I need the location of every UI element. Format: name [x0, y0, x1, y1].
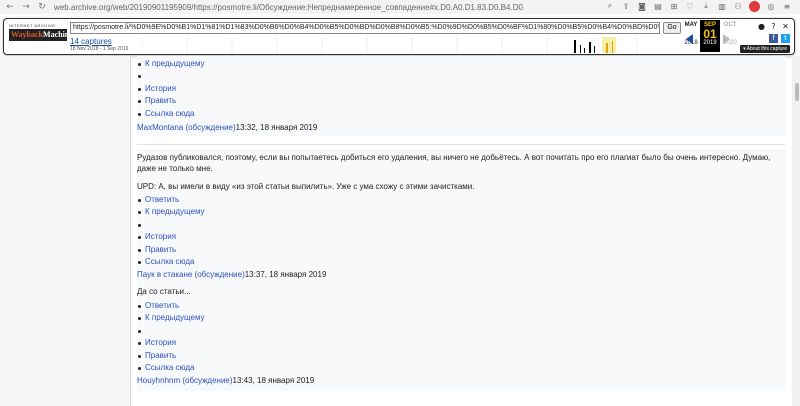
account-icon[interactable]: ●: [757, 22, 766, 31]
comment: К предыдущему История Править Ссылка сюд…: [137, 56, 785, 136]
author-link[interactable]: Паук в стакане: [137, 270, 192, 279]
action-empty: [137, 325, 785, 337]
comment-actions: Ответить К предыдущему История Править С…: [137, 300, 785, 374]
logo-machine-text: Machine: [43, 30, 73, 39]
logo-wayback-text: Wayback: [11, 30, 44, 39]
talk-link[interactable]: (обсуждение): [182, 376, 232, 385]
capture-range: 18 Nov 2018 - 1 Sep 2019: [70, 46, 129, 52]
address-bar[interactable]: web.archive.org/web/20190901195909/https…: [54, 3, 524, 12]
comment-time: 13:37, 18 января 2019: [244, 270, 327, 280]
talk-link[interactable]: (обсуждение): [195, 270, 245, 279]
share-icon[interactable]: ⇪: [621, 1, 631, 11]
content-border: [130, 56, 131, 406]
action-empty: [137, 219, 785, 231]
action-history[interactable]: История: [137, 337, 785, 349]
reload-icon[interactable]: ↻: [36, 1, 48, 13]
comment-text: Да со статьи...: [137, 287, 191, 296]
comment-signature: Паук в стакане (обсуждение)13:37, 18 янв…: [137, 269, 785, 280]
wayback-toolbar: INTERNET ARCHIVE WaybackMachine https://…: [3, 18, 795, 55]
comment-actions: К предыдущему История Править Ссылка сюд…: [137, 56, 785, 120]
comment-time: 13:43, 18 января 2019: [232, 376, 315, 386]
action-prev[interactable]: К предыдущему: [137, 206, 785, 218]
go-button[interactable]: Go: [663, 22, 681, 34]
comment-text-upd: UPD: А, вы имели в виду «из этой статьи …: [137, 182, 475, 191]
close-icon[interactable]: ✕: [781, 22, 790, 31]
download-icon[interactable]: ⤓: [701, 1, 711, 11]
wayback-url-input[interactable]: https://posmotre.li/%D0%9E%D0%B1%D1%81%D…: [70, 22, 660, 34]
comment-text: Рудазов публиковался, поэтому, если вы п…: [137, 153, 771, 173]
scrollbar[interactable]: [792, 56, 800, 406]
action-reply[interactable]: Ответить: [137, 300, 785, 312]
action-reply[interactable]: Ответить: [137, 194, 785, 206]
action-link-here[interactable]: Ссылка сюда: [137, 256, 785, 268]
captures-link[interactable]: 14 captures: [70, 37, 112, 46]
wayback-logo[interactable]: INTERNET ARCHIVE WaybackMachine: [9, 23, 73, 45]
profile-icon[interactable]: ⚇: [733, 1, 743, 11]
comment-signature: MaxMontana (обсуждение)13:32, 18 января …: [137, 122, 785, 133]
globe-icon[interactable]: ◎: [766, 1, 776, 11]
action-edit[interactable]: Править: [137, 350, 785, 362]
prev-capture-arrow-icon[interactable]: [686, 34, 693, 44]
facebook-icon[interactable]: f: [769, 34, 778, 43]
talk-link[interactable]: (обсуждение): [185, 123, 235, 132]
logo-top-text: INTERNET ARCHIVE: [9, 23, 56, 28]
twitter-icon[interactable]: t: [781, 34, 790, 43]
comment-actions: Ответить К предыдущему История Править С…: [137, 194, 785, 268]
action-history[interactable]: История: [137, 231, 785, 243]
heart-icon[interactable]: ♡: [685, 1, 695, 11]
search-icon[interactable]: ⌕: [605, 1, 615, 11]
action-link-here[interactable]: Ссылка сюда: [137, 362, 785, 374]
current-capture: SEP 01 2019: [700, 20, 720, 52]
action-history[interactable]: История: [137, 83, 785, 95]
next-month[interactable]: OCT 2020: [720, 22, 740, 46]
wallet-icon[interactable]: ▥: [717, 1, 727, 11]
comment: Да со статьи... Ответить К предыдущему И…: [137, 284, 785, 391]
comment: Рудазов публиковался, поэтому, если вы п…: [137, 149, 785, 284]
extension-badge-icon[interactable]: [749, 1, 760, 12]
browser-toolbar: ← → ↻ web.archive.org/web/20190901195909…: [0, 0, 800, 14]
action-prev[interactable]: К предыдущему: [137, 58, 785, 70]
left-margin: [0, 56, 130, 406]
comment-time: 13:32, 18 января 2019: [235, 122, 318, 132]
page-content: К предыдущему История Править Ссылка сюд…: [0, 56, 800, 406]
capture-sparkline[interactable]: [142, 37, 682, 53]
camera-icon[interactable]: ◙: [637, 1, 647, 11]
author-link[interactable]: MaxMontana: [137, 123, 183, 132]
scroll-thumb[interactable]: [795, 83, 799, 101]
help-icon[interactable]: ?: [769, 22, 778, 31]
about-capture-button[interactable]: ▾ About this capture: [740, 45, 790, 53]
menu-icon[interactable]: ≡: [782, 1, 792, 11]
bookmark-icon[interactable]: ⊞: [669, 1, 679, 11]
action-empty: [137, 70, 785, 82]
divider: [137, 144, 785, 145]
author-link[interactable]: Houyhnhnm: [137, 376, 180, 385]
action-link-here[interactable]: Ссылка сюда: [137, 108, 785, 120]
action-edit[interactable]: Править: [137, 244, 785, 256]
extension-icon[interactable]: ▤: [653, 1, 663, 11]
forward-arrow-icon[interactable]: →: [20, 1, 32, 13]
back-arrow-icon[interactable]: ←: [4, 1, 16, 13]
action-prev[interactable]: К предыдущему: [137, 312, 785, 324]
comment-signature: Houyhnhnm (обсуждение)13:43, 18 января 2…: [137, 375, 785, 386]
logo-main-text: WaybackMachine: [9, 29, 73, 41]
action-edit[interactable]: Править: [137, 95, 785, 107]
